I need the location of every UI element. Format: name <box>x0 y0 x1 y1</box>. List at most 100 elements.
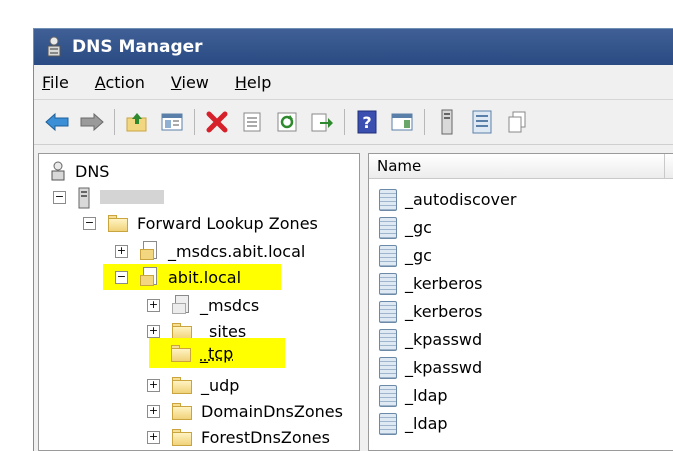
tree-label-domaindnszones: DomainDnsZones <box>201 402 343 421</box>
folder-icon <box>172 376 192 394</box>
dns-icon <box>49 161 67 181</box>
expand-toggle[interactable]: + <box>147 325 160 338</box>
tree-label-forestdnszones: ForestDnsZones <box>201 428 330 447</box>
tree-item-abit-local[interactable]: − abit.local <box>103 264 281 290</box>
folder-icon <box>108 214 128 232</box>
menu-action-label: ction <box>105 73 144 92</box>
list-icon[interactable] <box>469 109 495 135</box>
tree-label-dns: DNS <box>75 162 109 181</box>
list-header: Name <box>369 154 673 179</box>
menu-view[interactable]: View <box>171 73 209 92</box>
record-folder-icon <box>379 329 397 351</box>
server-icon <box>78 187 90 207</box>
dns-manager-icon <box>44 36 64 58</box>
tree-item-domaindnszones[interactable]: + DomainDnsZones <box>147 398 343 424</box>
folder-icon <box>171 344 191 362</box>
list-item-label: _ldap <box>405 386 448 405</box>
title-bar[interactable]: DNS Manager <box>34 29 673 65</box>
menu-help-mnemonic: H <box>235 73 247 92</box>
svg-text:?: ? <box>362 113 371 132</box>
expand-toggle[interactable]: + <box>147 379 160 392</box>
record-folder-icon <box>379 413 397 435</box>
expand-toggle[interactable]: + <box>115 245 128 258</box>
tree-item-msdcs[interactable]: + _msdcs <box>147 292 259 318</box>
menu-view-label: iew <box>182 73 209 92</box>
list-item[interactable]: _gc <box>379 214 432 241</box>
expand-toggle[interactable]: + <box>147 299 160 312</box>
tree-item-dns[interactable]: DNS <box>49 158 109 184</box>
tree-item-tcp[interactable]: _tcp <box>149 338 285 368</box>
delete-icon[interactable] <box>204 109 230 135</box>
list-item-label: _kpasswd <box>405 358 482 377</box>
up-folder-icon[interactable] <box>124 109 150 135</box>
tree-item-server[interactable]: − <box>53 184 164 210</box>
toolbar-separator <box>344 109 345 135</box>
window-title: DNS Manager <box>72 37 203 57</box>
menu-bar: File Action View Help <box>34 65 673 100</box>
toolbar-separator <box>424 109 425 135</box>
results-pane: Name _autodiscover _gc _gc _kerberos _kerber… <box>368 153 673 451</box>
collapse-toggle[interactable]: − <box>83 217 96 230</box>
dns-manager-window: DNS Manager File Action View Help ? DNS … <box>33 28 673 451</box>
record-folder-icon <box>379 273 397 295</box>
column-header-name[interactable]: Name <box>369 154 665 178</box>
list-item-label: _kpasswd <box>405 330 482 349</box>
console-icon[interactable] <box>389 109 415 135</box>
tree-item-forestdnszones[interactable]: + ForestDnsZones <box>147 424 330 450</box>
folder-icon <box>172 428 192 446</box>
tree-item-forward-lookup-zones[interactable]: − Forward Lookup Zones <box>83 210 318 236</box>
menu-file-label: ile <box>50 73 69 92</box>
record-folder-icon <box>379 189 397 211</box>
list-item-label: _kerberos <box>405 274 482 293</box>
list-item[interactable]: _ldap <box>379 410 448 437</box>
record-folder-icon <box>379 357 397 379</box>
toolbar-separator <box>114 109 115 135</box>
expand-toggle[interactable]: + <box>147 431 160 444</box>
list-item-label: _kerberos <box>405 302 482 321</box>
console-tree: DNS − − Forward Lookup Zones + _msdcs.ab… <box>38 153 360 451</box>
folder-icon <box>172 295 190 315</box>
record-folder-icon <box>379 245 397 267</box>
help-icon[interactable]: ? <box>354 109 380 135</box>
record-folder-icon <box>379 217 397 239</box>
collapse-toggle[interactable]: − <box>115 271 128 284</box>
list-item[interactable]: _kpasswd <box>379 326 482 353</box>
properties-icon[interactable] <box>239 109 265 135</box>
menu-help-label: elp <box>247 73 271 92</box>
list-item[interactable]: _autodiscover <box>379 186 516 213</box>
forward-icon[interactable] <box>79 109 105 135</box>
expand-toggle[interactable]: + <box>147 405 160 418</box>
menu-help[interactable]: Help <box>235 73 271 92</box>
copy-icon[interactable] <box>504 109 530 135</box>
list-item[interactable]: _ldap <box>379 382 448 409</box>
list-item[interactable]: _gc <box>379 242 432 269</box>
list-item-label: _gc <box>405 246 432 265</box>
tree-label-msdcs-zone: _msdcs.abit.local <box>168 242 305 261</box>
back-icon[interactable] <box>44 109 70 135</box>
tree-label-udp: _udp <box>201 376 239 395</box>
show-hide-tree-icon[interactable] <box>159 109 185 135</box>
toolbar: ? <box>34 100 673 145</box>
export-list-icon[interactable] <box>309 109 335 135</box>
folder-icon <box>172 402 192 420</box>
tree-item-udp[interactable]: + _udp <box>147 372 239 398</box>
tree-label-tcp: _tcp <box>200 344 233 363</box>
list-item[interactable]: _kerberos <box>379 270 482 297</box>
tree-label-forward-lookup-zones: Forward Lookup Zones <box>137 214 318 233</box>
panes: DNS − − Forward Lookup Zones + _msdcs.ab… <box>34 153 673 451</box>
collapse-toggle[interactable]: − <box>53 191 66 204</box>
zone-icon <box>140 241 158 261</box>
record-folder-icon <box>379 301 397 323</box>
tree-label-msdcs: _msdcs <box>200 296 259 315</box>
menu-file[interactable]: File <box>42 73 69 92</box>
refresh-icon[interactable] <box>274 109 300 135</box>
menu-action[interactable]: Action <box>95 73 145 92</box>
menu-action-mnemonic: A <box>95 73 106 92</box>
list-item[interactable]: _kerberos <box>379 298 482 325</box>
tree-item-msdcs-zone[interactable]: + _msdcs.abit.local <box>115 238 305 264</box>
record-folder-icon <box>379 385 397 407</box>
list-item[interactable]: _kpasswd <box>379 354 482 381</box>
server-icon[interactable] <box>434 109 460 135</box>
toolbar-separator <box>194 109 195 135</box>
menu-file-mnemonic: F <box>42 73 50 92</box>
